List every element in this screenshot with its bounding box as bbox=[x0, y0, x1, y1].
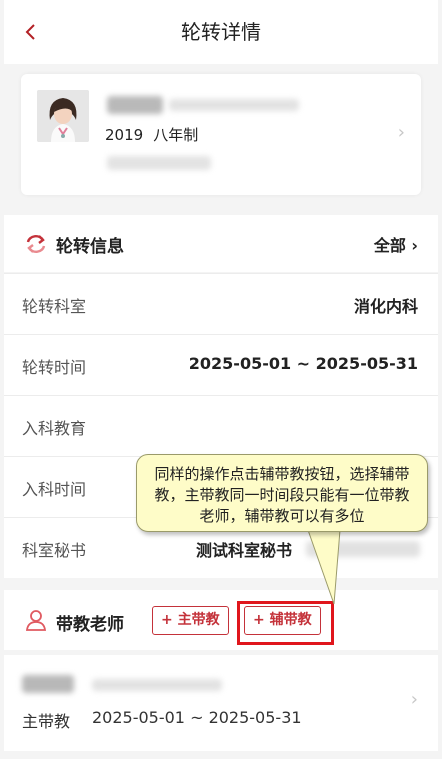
chevron-right-icon: › bbox=[410, 689, 418, 710]
enroll-year: 2019 bbox=[105, 126, 144, 144]
rotate-icon bbox=[26, 235, 46, 253]
chevron-right-icon: › bbox=[397, 122, 405, 143]
row-rotation-dept: 轮转科室 消化内科 bbox=[4, 273, 438, 334]
row-label: 科室秘书 bbox=[22, 541, 87, 560]
row-value: 2025-05-01 ~ 2025-05-31 bbox=[188, 354, 418, 373]
row-label: 轮转科室 bbox=[22, 297, 87, 316]
teacher-role: 主带教 bbox=[22, 712, 71, 731]
row-rotation-time: 轮转时间 2025-05-01 ~ 2025-05-31 bbox=[4, 334, 438, 395]
doctor-avatar-icon bbox=[37, 90, 89, 142]
row-entry-education[interactable]: 入科教育 bbox=[4, 395, 438, 456]
grade-info: 2019 八年制 bbox=[105, 124, 208, 145]
nav-bar: 轮转详情 bbox=[4, 0, 438, 64]
screen: 轮转详情 2019 八年制 › 轮转信息 全部 › 轮转科室 消化内科 轮转时间… bbox=[4, 0, 438, 759]
tooltip-pointer bbox=[307, 528, 341, 605]
person-icon bbox=[25, 610, 47, 631]
teacher-name-redacted bbox=[22, 675, 74, 693]
row-value: 测试科室秘书 bbox=[195, 541, 292, 560]
add-main-teacher-button[interactable]: + 主带教 bbox=[152, 606, 229, 635]
rotation-section-header: 轮转信息 全部 › bbox=[4, 215, 438, 272]
rotation-section-title: 轮转信息 bbox=[56, 237, 124, 257]
instruction-tooltip: 同样的操作点击辅带教按钮，选择辅带教，主带教同一时间段只能有一位带教老师，辅带教… bbox=[136, 454, 428, 532]
page-title: 轮转详情 bbox=[181, 20, 261, 44]
assist-button-highlight bbox=[237, 601, 334, 645]
row-label: 入科教育 bbox=[22, 419, 87, 438]
view-all-link[interactable]: 全部 › bbox=[374, 232, 418, 256]
student-name-redacted bbox=[107, 96, 163, 114]
row-label: 入科时间 bbox=[22, 480, 87, 499]
teacher-date-range: 2025-05-01 ~ 2025-05-31 bbox=[92, 708, 302, 727]
avatar bbox=[37, 90, 89, 142]
row-value: 消化内科 bbox=[353, 297, 418, 316]
row-label: 轮转时间 bbox=[22, 358, 87, 377]
teacher-section-title: 带教老师 bbox=[56, 615, 124, 635]
teacher-list-item[interactable]: 主带教 2025-05-01 ~ 2025-05-31 › bbox=[4, 655, 438, 751]
program-type: 八年制 bbox=[153, 126, 199, 144]
profile-card[interactable]: 2019 八年制 › bbox=[21, 74, 421, 195]
teacher-section-header: 带教老师 + 主带教 + 辅带教 bbox=[4, 590, 438, 650]
view-all-label: 全部 bbox=[373, 236, 406, 255]
student-id-redacted bbox=[169, 99, 299, 111]
student-sub-redacted bbox=[107, 156, 211, 170]
teacher-id-redacted bbox=[92, 679, 222, 691]
